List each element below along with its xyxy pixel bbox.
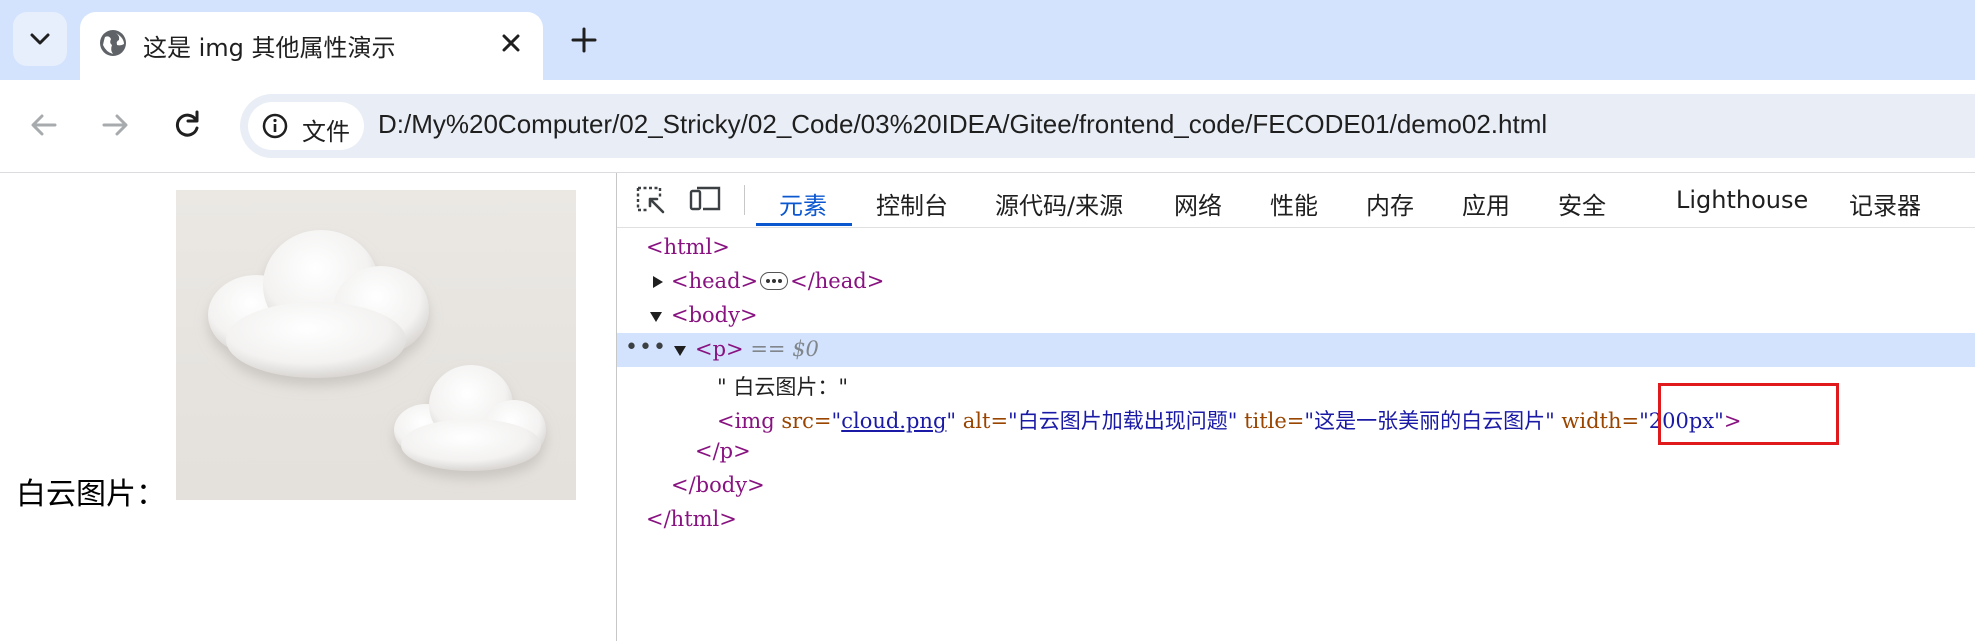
forward-arrow-icon[interactable] — [98, 108, 132, 142]
back-arrow-icon[interactable] — [27, 108, 61, 142]
reload-icon[interactable] — [170, 108, 204, 142]
cloud-illustration — [208, 230, 546, 471]
dom-node-html-close[interactable]: </html> — [617, 503, 1975, 537]
tab-performance[interactable]: 性能 — [1270, 186, 1318, 221]
dom-tree: <html> <head> </head> <body> ••• <p> == … — [617, 229, 1975, 639]
inspect-element-icon[interactable] — [635, 185, 667, 215]
title-attr-value: "这是一张美丽的白云图片" — [1304, 409, 1555, 433]
info-icon — [262, 113, 288, 139]
tab-recorder[interactable]: 记录器 — [1849, 186, 1921, 221]
dom-node-head[interactable]: <head> </head> — [617, 265, 1975, 299]
new-tab-plus-icon[interactable] — [568, 24, 600, 56]
tab-search-button[interactable] — [13, 12, 67, 66]
p-open-tag: <p> — [695, 337, 744, 361]
tab-memory[interactable]: 内存 — [1366, 186, 1414, 221]
browser-tab-strip: 这是 img 其他属性演示 — [0, 0, 1975, 80]
tab-network[interactable]: 网络 — [1174, 186, 1222, 221]
collapse-triangle-icon[interactable] — [673, 345, 687, 357]
dom-node-img[interactable]: <img src="cloud.png" alt="白云图片加载出现问题" ti… — [617, 401, 1975, 435]
close-icon[interactable] — [497, 29, 525, 57]
alt-attr-name: alt= — [962, 409, 1009, 433]
dom-node-html-open[interactable]: <html> — [617, 231, 1975, 265]
dom-node-body[interactable]: <body> — [617, 299, 1975, 333]
chevron-down-icon — [30, 33, 50, 45]
head-close-tag: </head> — [790, 269, 885, 293]
url-text[interactable]: D:/My%20Computer/02_Stricky/02_Code/03%2… — [378, 109, 1547, 140]
width-attr-value: "200px" — [1639, 409, 1724, 433]
tab-title: 这是 img 其他属性演示 — [143, 34, 396, 62]
dom-node-p-selected[interactable]: ••• <p> == $0 — [617, 333, 1975, 367]
devtools-panel: 元素 控制台 源代码/来源 网络 性能 内存 应用 安全 Lighthouse … — [616, 173, 1975, 641]
page-viewport: 白云图片： — [0, 173, 616, 641]
dom-text-node[interactable]: " 白云图片：" — [617, 367, 1975, 401]
browser-tab[interactable]: 这是 img 其他属性演示 — [80, 12, 543, 80]
browser-toolbar: 文件 D:/My%20Computer/02_Stricky/02_Code/0… — [0, 80, 1975, 173]
tab-application[interactable]: 应用 — [1462, 186, 1510, 221]
img-close-bracket: > — [1723, 409, 1742, 433]
tab-console[interactable]: 控制台 — [876, 186, 948, 221]
dom-node-body-close[interactable]: </body> — [617, 469, 1975, 503]
title-attr-name: title= — [1244, 409, 1305, 433]
address-bar[interactable]: 文件 D:/My%20Computer/02_Stricky/02_Code/0… — [240, 94, 1975, 158]
width-attr-name: width= — [1561, 409, 1640, 433]
alt-attr-value: "白云图片加载出现问题" — [1008, 409, 1238, 433]
img-open-tag: <img — [717, 409, 775, 433]
device-toolbar-icon[interactable] — [689, 185, 721, 215]
site-chip-label: 文件 — [302, 118, 350, 146]
site-info-chip[interactable]: 文件 — [248, 102, 364, 150]
expand-triangle-icon[interactable] — [652, 275, 664, 289]
dom-node-p-close[interactable]: </p> — [617, 435, 1975, 469]
src-attr-name: src= — [781, 409, 832, 433]
cloud-image-label: 白云图片： — [16, 477, 166, 512]
devtools-toolbar-separator — [744, 185, 745, 215]
tab-elements[interactable]: 元素 — [779, 186, 827, 221]
tab-sources[interactable]: 源代码/来源 — [995, 186, 1123, 221]
tab-lighthouse[interactable]: Lighthouse — [1676, 186, 1808, 214]
selected-node-marker: == $0 — [750, 337, 819, 361]
more-options-icon[interactable]: ••• — [625, 335, 667, 360]
collapsed-ellipsis-icon[interactable] — [760, 271, 789, 290]
head-open-tag: <head> — [671, 269, 759, 293]
tab-security[interactable]: 安全 — [1558, 186, 1606, 221]
globe-icon — [100, 30, 126, 56]
cloud-image — [176, 190, 576, 500]
active-tab-indicator — [756, 223, 852, 226]
collapse-triangle-icon[interactable] — [649, 311, 663, 323]
devtools-toolbar: 元素 控制台 源代码/来源 网络 性能 内存 应用 安全 Lighthouse … — [617, 173, 1975, 228]
src-attr-link[interactable]: cloud.png — [841, 409, 946, 433]
